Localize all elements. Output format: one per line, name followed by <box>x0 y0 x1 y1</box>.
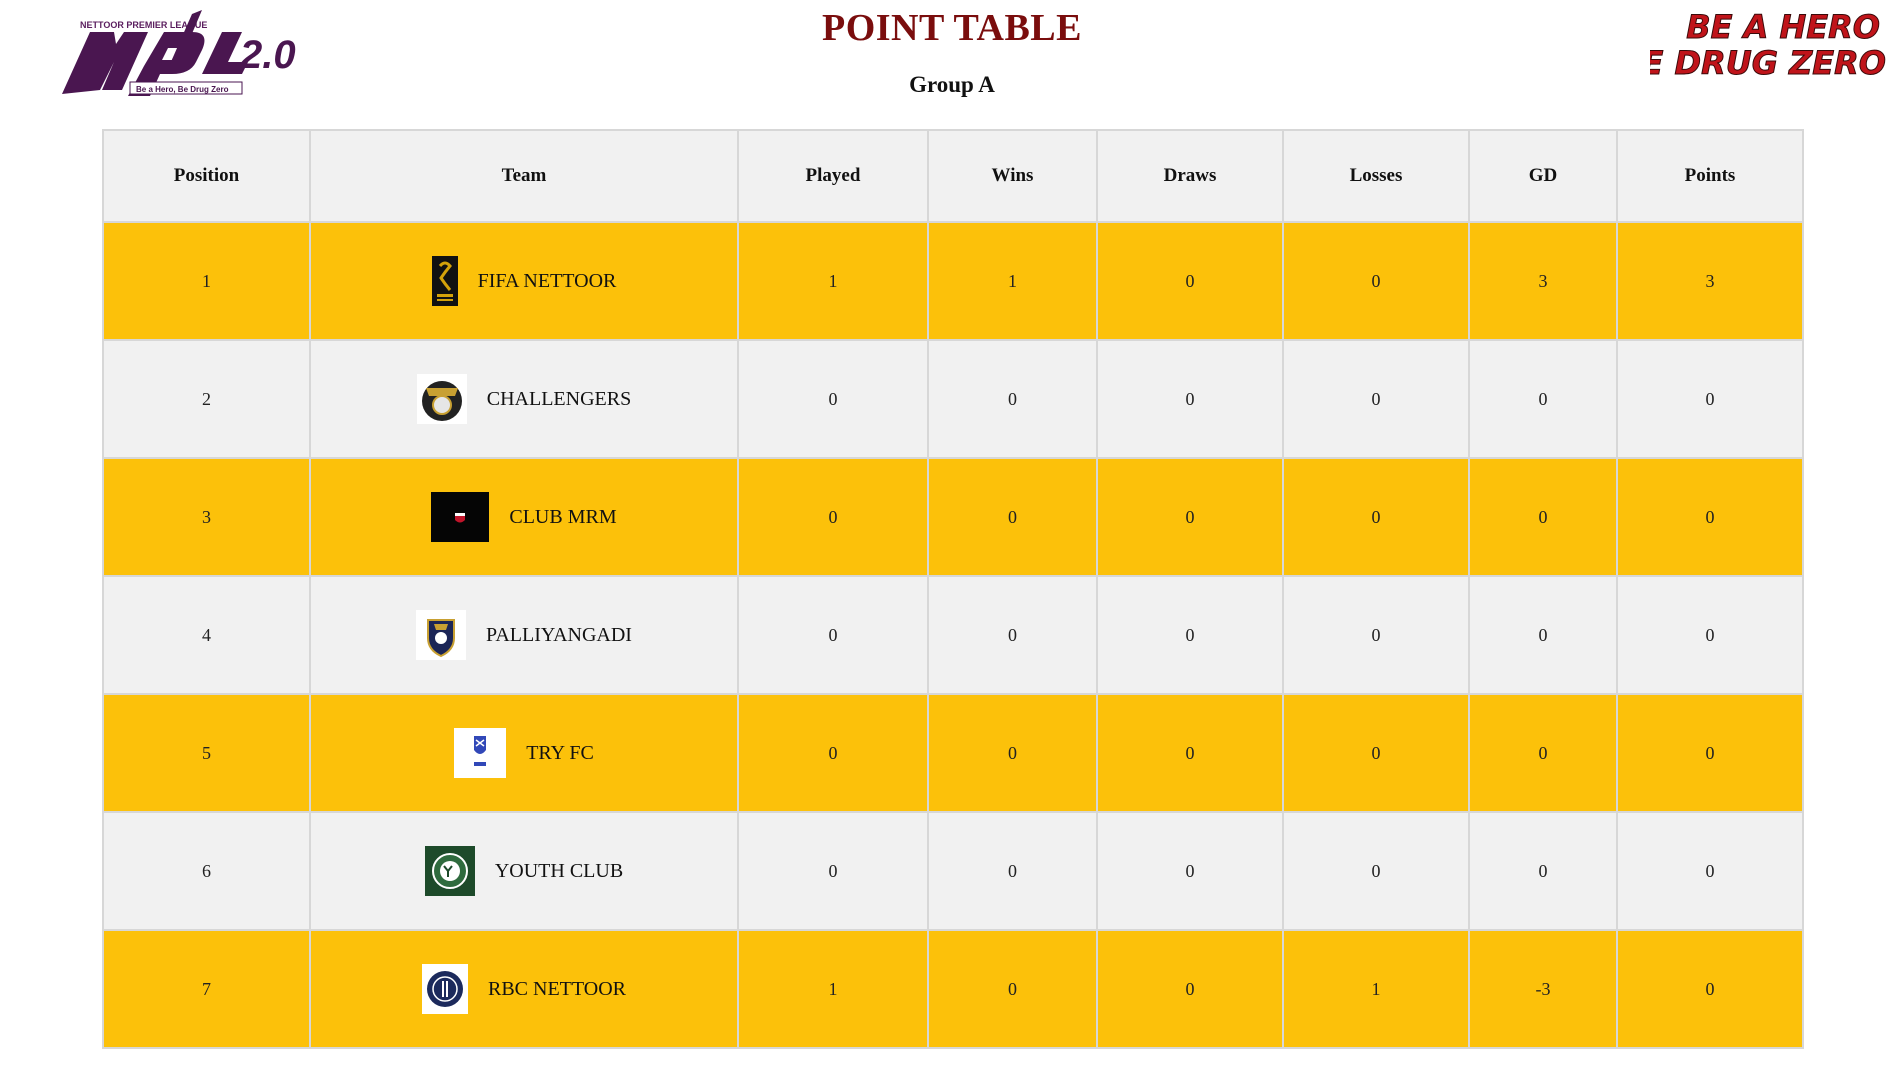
cell-position: 4 <box>102 575 311 695</box>
cell-position: 1 <box>102 221 311 341</box>
cell-wins: 0 <box>927 693 1098 813</box>
header-losses[interactable]: Losses <box>1282 129 1470 223</box>
cell-wins: 0 <box>927 929 1098 1049</box>
cell-losses: 0 <box>1282 221 1470 341</box>
cell-draws: 0 <box>1096 339 1284 459</box>
cell-team: PALLIYANGADI <box>309 575 739 695</box>
team-name[interactable]: RBC NETTOOR <box>488 978 626 1001</box>
cell-losses: 0 <box>1282 575 1470 695</box>
cell-position: 2 <box>102 339 311 459</box>
cell-gd: 0 <box>1468 339 1618 459</box>
cell-wins: 0 <box>927 575 1098 695</box>
cell-played: 1 <box>737 929 929 1049</box>
slogan-logo: BE A HERO BE DRUG ZERO <box>1617 8 1890 83</box>
cell-draws: 0 <box>1096 575 1284 695</box>
cell-gd: 0 <box>1468 811 1618 931</box>
cell-losses: 0 <box>1282 693 1470 813</box>
cell-points: 3 <box>1616 221 1804 341</box>
cell-team: TRY FC <box>309 693 739 813</box>
cell-position: 7 <box>102 929 311 1049</box>
cell-points: 0 <box>1616 811 1804 931</box>
table-row: 3 CLUB MRM 0 0 0 0 0 0 <box>102 457 1804 577</box>
team-name[interactable]: YOUTH CLUB <box>495 860 623 883</box>
rbc-nettoor-logo-icon <box>422 964 468 1014</box>
cell-position: 3 <box>102 457 311 577</box>
cell-team: RBC NETTOOR <box>309 929 739 1049</box>
cell-team: YOUTH CLUB <box>309 811 739 931</box>
header-points[interactable]: Points <box>1616 129 1804 223</box>
header-wins[interactable]: Wins <box>927 129 1098 223</box>
table-row: 6 YOUTH CLUB 0 0 0 0 0 0 <box>102 811 1804 931</box>
fifa-nettoor-logo-icon <box>431 256 458 306</box>
cell-team: CLUB MRM <box>309 457 739 577</box>
cell-points: 0 <box>1616 457 1804 577</box>
cell-position: 5 <box>102 693 311 813</box>
slogan-line1: BE A HERO <box>1686 8 1880 46</box>
header-draws[interactable]: Draws <box>1096 129 1284 223</box>
cell-wins: 0 <box>927 339 1098 459</box>
cell-draws: 0 <box>1096 693 1284 813</box>
table-header-row: Position Team Played Wins Draws Losses G… <box>102 129 1804 223</box>
point-table: Position Team Played Wins Draws Losses G… <box>102 129 1804 1049</box>
cell-played: 0 <box>737 339 929 459</box>
table-row: 4 PALLIYANGADI 0 0 0 0 0 0 <box>102 575 1804 695</box>
header-played[interactable]: Played <box>737 129 929 223</box>
cell-draws: 0 <box>1096 929 1284 1049</box>
cell-losses: 0 <box>1282 339 1470 459</box>
cell-losses: 0 <box>1282 457 1470 577</box>
cell-draws: 0 <box>1096 457 1284 577</box>
cell-gd: 0 <box>1468 457 1618 577</box>
cell-played: 1 <box>737 221 929 341</box>
header-team[interactable]: Team <box>309 129 739 223</box>
cell-losses: 1 <box>1282 929 1470 1049</box>
challengers-logo-icon <box>416 374 467 424</box>
cell-played: 0 <box>737 811 929 931</box>
table-row: 1 FIFA NETTOOR 1 1 0 0 3 3 <box>102 221 1804 341</box>
slogan-line2: BE DRUG ZERO <box>1650 44 1886 80</box>
cell-played: 0 <box>737 575 929 695</box>
team-name[interactable]: PALLIYANGADI <box>486 624 632 647</box>
cell-points: 0 <box>1616 575 1804 695</box>
cell-wins: 0 <box>927 811 1098 931</box>
cell-gd: 3 <box>1468 221 1618 341</box>
cell-gd: -3 <box>1468 929 1618 1049</box>
cell-wins: 0 <box>927 457 1098 577</box>
cell-points: 0 <box>1616 693 1804 813</box>
cell-draws: 0 <box>1096 811 1284 931</box>
cell-team: CHALLENGERS <box>309 339 739 459</box>
team-name[interactable]: CHALLENGERS <box>487 388 631 411</box>
cell-draws: 0 <box>1096 221 1284 341</box>
cell-wins: 1 <box>927 221 1098 341</box>
table-row: 5 TRY FC 0 0 0 0 0 0 <box>102 693 1804 813</box>
cell-points: 0 <box>1616 929 1804 1049</box>
cell-position: 6 <box>102 811 311 931</box>
table-row: 2 CHALLENGERS 0 0 0 0 0 0 <box>102 339 1804 459</box>
try-fc-logo-icon <box>454 728 507 778</box>
group-title: Group A <box>909 72 995 97</box>
page: NETTOOR PREMIER LEAGUE 2.0 Be a Hero, Be… <box>0 0 1904 1080</box>
palliyangadi-logo-icon <box>416 610 467 660</box>
cell-points: 0 <box>1616 339 1804 459</box>
youth-club-logo-icon <box>424 846 475 896</box>
page-title: POINT TABLE <box>822 7 1082 49</box>
table-row: 7 RBC NETTOOR 1 0 0 1 -3 0 <box>102 929 1804 1049</box>
cell-played: 0 <box>737 693 929 813</box>
header-position[interactable]: Position <box>102 129 311 223</box>
cell-gd: 0 <box>1468 575 1618 695</box>
point-table-container: Position Team Played Wins Draws Losses G… <box>102 129 1804 1049</box>
team-name[interactable]: FIFA NETTOOR <box>478 270 617 293</box>
cell-losses: 0 <box>1282 811 1470 931</box>
club-mrm-logo-icon <box>431 492 490 542</box>
cell-played: 0 <box>737 457 929 577</box>
team-name[interactable]: TRY FC <box>526 742 594 765</box>
cell-gd: 0 <box>1468 693 1618 813</box>
cell-team: FIFA NETTOOR <box>309 221 739 341</box>
team-name[interactable]: CLUB MRM <box>509 506 616 529</box>
header-gd[interactable]: GD <box>1468 129 1618 223</box>
